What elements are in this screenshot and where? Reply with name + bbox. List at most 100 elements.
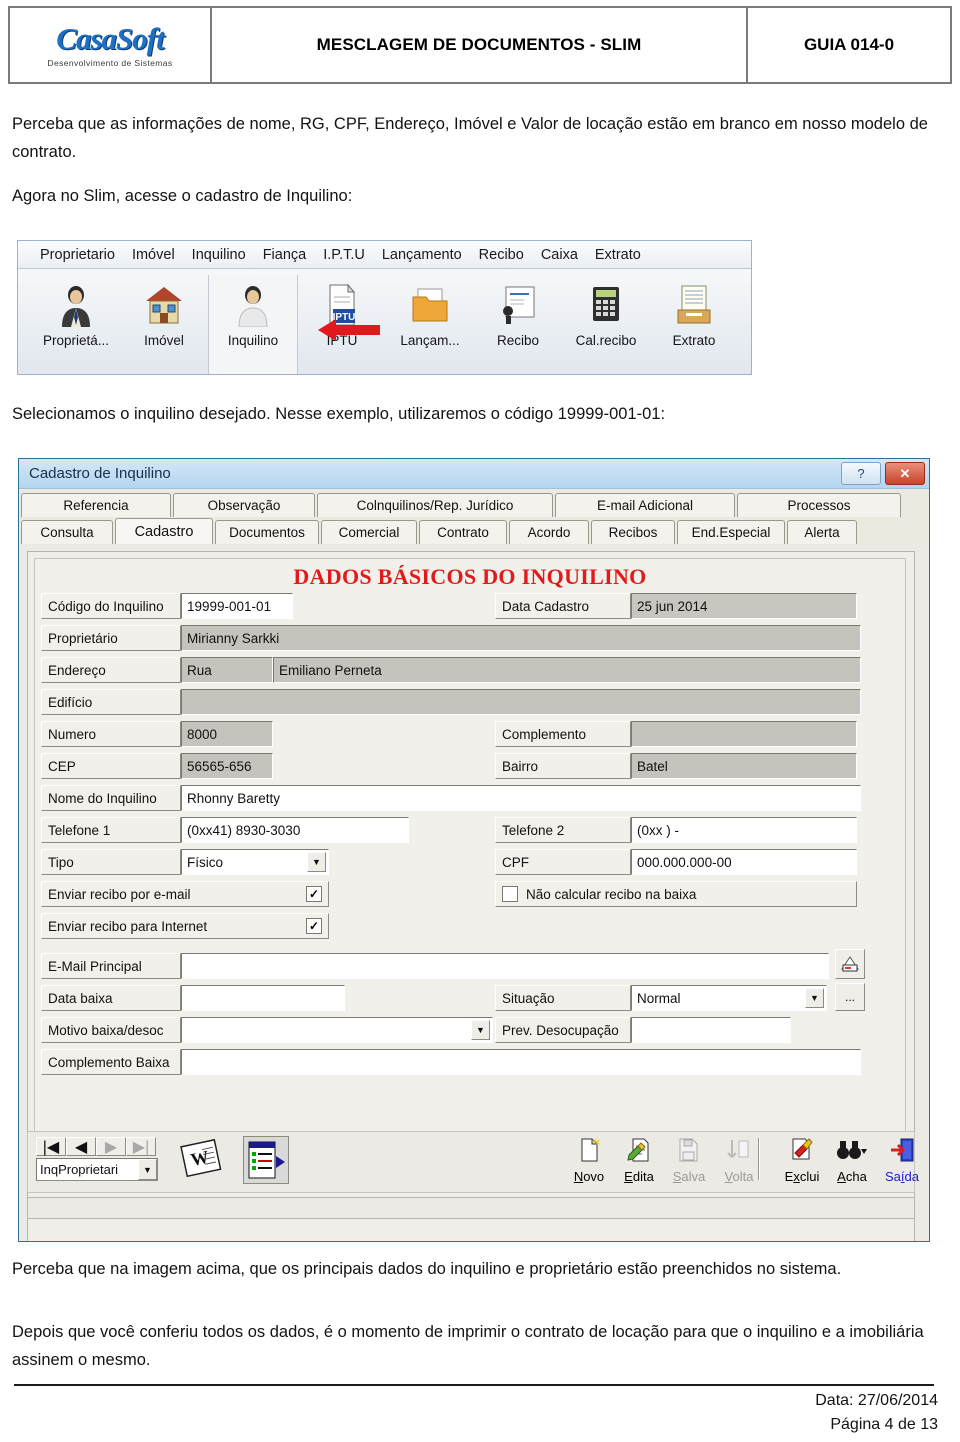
endereco-input[interactable]: Emiliano Perneta (273, 657, 861, 683)
motivo-baixa-select[interactable]: ▼ (181, 1017, 493, 1043)
cep-input[interactable]: 56565-656 (181, 753, 273, 779)
first-record-button[interactable]: |◀ (36, 1137, 66, 1156)
next-record-button[interactable]: ▶ (96, 1137, 126, 1156)
menu-item-fianca[interactable]: Fiança (263, 247, 307, 263)
dados-basicos-group: DADOS BÁSICOS DO INQUILINO Código do Inq… (34, 558, 906, 1138)
cadastro-inquilino-window: Cadastro de Inquilino ? ✕ Referencia Obs… (18, 458, 930, 1242)
tab-processos[interactable]: Processos (737, 493, 901, 517)
codigo-inquilino-input[interactable]: 19999-001-01 (181, 593, 293, 619)
tab-consulta[interactable]: Consulta (21, 520, 113, 544)
situacao-select-value: Normal (637, 990, 681, 1006)
tab-acordo[interactable]: Acordo (509, 520, 589, 544)
volta-label: Volta (724, 1169, 754, 1184)
footer-page: Página 4 de 13 (830, 1416, 938, 1433)
edificio-input[interactable] (181, 689, 861, 715)
tab-end-especial[interactable]: End.Especial (677, 520, 785, 544)
window-title: Cadastro de Inquilino (29, 465, 171, 482)
enviar-recibo-email-checkbox-row[interactable]: Enviar recibo por e-mail ✓ (41, 881, 329, 907)
undo-icon (726, 1137, 752, 1168)
telefone1-input[interactable]: (0xx41) 8930-3030 (181, 817, 409, 843)
endereco-tipo-input[interactable]: Rua (181, 657, 273, 683)
chevron-down-icon[interactable]: ▼ (138, 1159, 157, 1180)
footer-date: Data: 27/06/2014 (815, 1392, 938, 1409)
complemento-input[interactable] (631, 721, 857, 747)
toolbar-button-recibo[interactable]: Recibo (474, 275, 562, 348)
menu-item-iptu[interactable]: I.P.T.U (323, 247, 365, 263)
saida-button[interactable]: Saída (876, 1137, 928, 1184)
telefone2-input[interactable]: (0xx ) - (631, 817, 857, 843)
email-principal-label: E-Mail Principal (41, 953, 181, 979)
tab-recibos[interactable]: Recibos (591, 520, 675, 544)
toolbar-button-inquilino[interactable]: Inquilino (208, 275, 298, 374)
salva-label: Salva (672, 1169, 706, 1184)
last-record-button[interactable]: ▶| (126, 1137, 156, 1156)
data-baixa-input[interactable] (181, 985, 345, 1011)
tab-documentos[interactable]: Documentos (215, 520, 319, 544)
close-button[interactable]: ✕ (885, 462, 925, 485)
edit-document-icon (626, 1137, 652, 1168)
toolbar-button-extrato[interactable]: Extrato (650, 275, 738, 348)
send-mail-icon[interactable] (835, 949, 865, 979)
menu-item-caixa[interactable]: Caixa (541, 247, 578, 263)
cpf-input[interactable]: 000.000.000-00 (631, 849, 857, 875)
slim-app-toolbar-screenshot: Proprietario Imóvel Inquilino Fiança I.P… (17, 240, 752, 375)
menu-item-lancamento[interactable]: Lançamento (382, 247, 462, 263)
chevron-down-icon[interactable]: ▼ (805, 988, 824, 1008)
tab-comercial[interactable]: Comercial (321, 520, 417, 544)
exclui-button[interactable]: Exclui (776, 1137, 828, 1184)
prev-desocupacao-input[interactable] (631, 1017, 791, 1043)
enviar-recibo-internet-checkbox-row[interactable]: Enviar recibo para Internet ✓ (41, 913, 329, 939)
tab-cadastro[interactable]: Cadastro (115, 518, 213, 544)
footer-divider (14, 1384, 934, 1386)
motivo-baixa-label: Motivo baixa/desoc (41, 1017, 181, 1043)
chevron-down-icon[interactable]: ▼ (471, 1020, 490, 1040)
menu-item-imovel[interactable]: Imóvel (132, 247, 175, 263)
record-source-select[interactable]: InqProprietari ▼ (36, 1158, 158, 1181)
novo-button[interactable]: Novo (563, 1137, 615, 1184)
user-suit-icon (58, 279, 94, 331)
menu-item-recibo[interactable]: Recibo (479, 247, 524, 263)
nao-calcular-recibo-checkbox[interactable] (502, 886, 518, 902)
situacao-select[interactable]: Normal ▼ (631, 985, 827, 1011)
word-merge-icon[interactable]: W (178, 1138, 224, 1185)
tab-referencia[interactable]: Referencia (21, 493, 171, 517)
report-list-icon[interactable] (243, 1136, 289, 1184)
tab-contrato[interactable]: Contrato (419, 520, 507, 544)
data-cadastro-input[interactable]: 25 jun 2014 (631, 593, 857, 619)
toolbar-button-imovel[interactable]: Imóvel (120, 275, 208, 348)
prev-record-button[interactable]: ◀ (66, 1137, 96, 1156)
tab-colnquilinos[interactable]: Colnquilinos/Rep. Jurídico (317, 493, 553, 517)
enviar-recibo-email-checkbox[interactable]: ✓ (306, 886, 322, 902)
enviar-recibo-internet-checkbox[interactable]: ✓ (306, 918, 322, 934)
tab-observacao[interactable]: Observação (173, 493, 315, 517)
casasoft-logo: CasaSoft Desenvolvimento de Sistemas (10, 8, 212, 82)
codigo-inquilino-label: Código do Inquilino (41, 593, 181, 619)
help-button[interactable]: ? (841, 462, 881, 485)
edita-button[interactable]: Edita (613, 1137, 665, 1184)
complemento-baixa-input[interactable] (181, 1049, 861, 1075)
tab-email-adicional[interactable]: E-mail Adicional (555, 493, 735, 517)
window-title-bar: Cadastro de Inquilino ? ✕ (19, 459, 929, 489)
data-cadastro-label: Data Cadastro (495, 593, 631, 619)
proprietario-input[interactable]: Mirianny Sarkki (181, 625, 861, 651)
prev-desocupacao-label: Prev. Desocupação (495, 1017, 631, 1043)
email-principal-input[interactable] (181, 953, 829, 979)
toolbar-button-lancamento[interactable]: Lançam... (386, 275, 474, 348)
chevron-down-icon[interactable]: ▼ (307, 852, 326, 872)
toolbar-label: Recibo (496, 333, 540, 348)
menu-item-proprietario[interactable]: Proprietario (40, 247, 115, 263)
situacao-more-button[interactable]: ... (835, 983, 865, 1011)
nome-inquilino-input[interactable]: Rhonny Baretty (181, 785, 861, 811)
bairro-input[interactable]: Batel (631, 753, 857, 779)
numero-input[interactable]: 8000 (181, 721, 273, 747)
tab-alerta[interactable]: Alerta (787, 520, 857, 544)
toolbar-button-cal-recibo[interactable]: Cal.recibo (562, 275, 650, 348)
salva-button: Salva (663, 1137, 715, 1184)
acha-button[interactable]: Acha (826, 1137, 878, 1184)
nao-calcular-recibo-checkbox-row[interactable]: Não calcular recibo na baixa (495, 881, 857, 907)
menu-item-inquilino[interactable]: Inquilino (192, 247, 246, 263)
tipo-select[interactable]: Físico ▼ (181, 849, 329, 875)
tipo-select-value: Físico (187, 854, 224, 870)
menu-item-extrato[interactable]: Extrato (595, 247, 641, 263)
toolbar-button-proprietario[interactable]: Proprietá... (32, 275, 120, 348)
